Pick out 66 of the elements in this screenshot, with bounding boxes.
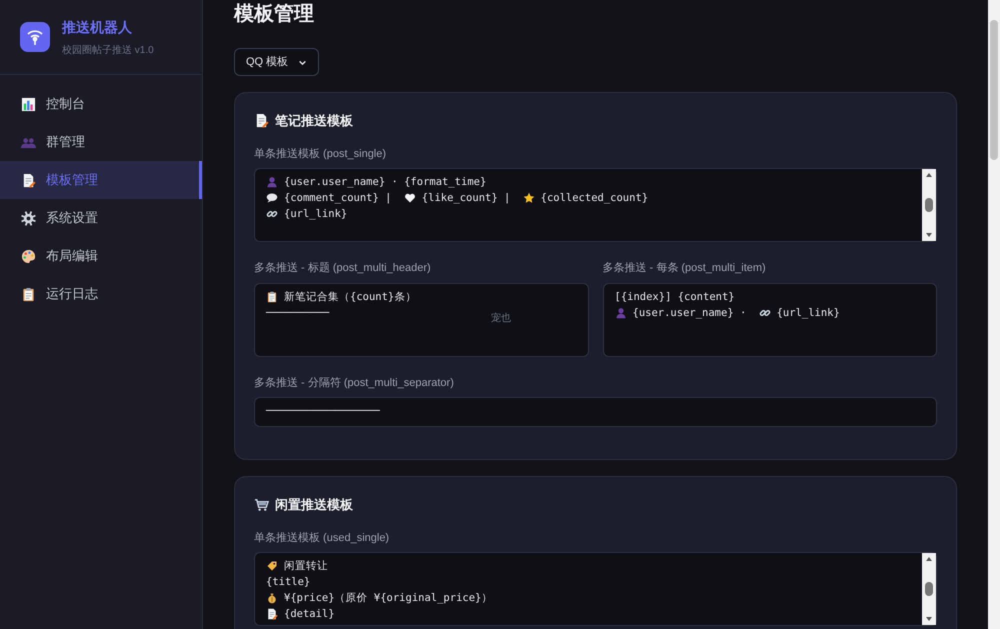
scrollbar-thumb[interactable] [925,198,933,212]
tag-icon [266,560,278,572]
scroll-down-icon [925,231,933,239]
template-text: 闲置转让 [284,559,328,574]
sidebar-item[interactable]: 模板管理 [0,161,202,199]
sidebar-item[interactable]: 系统设置 [0,199,202,237]
memo-icon [21,172,36,188]
template-textarea[interactable]: [{index}] {content} {user.user_name} · {url_link} [602,282,937,356]
template-text: ¥{price}（原价 ¥{original_price}） [284,591,492,606]
person-icon [266,176,278,188]
app-logo-icon [20,22,50,52]
scrollbar[interactable] [988,0,1000,629]
field-label: 单条推送模板 (used_single) [254,530,390,546]
template-text: {user.user_name} · {format_time} [284,175,486,190]
heart-icon [404,192,416,204]
clipboard-icon [21,286,36,302]
card-title: 笔记推送模板 [275,112,353,130]
bar-chart-icon [21,96,36,112]
card-title: 闲置推送模板 [275,496,353,514]
template-select[interactable]: QQ 模板 [234,48,320,76]
template-text: {detail} [284,607,335,622]
palette-icon [21,248,36,264]
input-hint: 宠也 [491,312,511,326]
memo-icon [254,113,269,128]
template-text: {title} [266,575,310,590]
field-label: 多条推送 - 分隔符 (post_multi_separator) [254,376,455,390]
star-icon [522,192,535,204]
template-text: {url_link} [284,207,348,222]
template-text: {comment_count} | [284,191,392,206]
cart-icon [254,497,269,512]
template-text: ────────── [266,306,330,320]
textarea-scrollbar[interactable] [922,169,936,241]
clipboard-icon [266,290,278,302]
template-text: {collected_count} [540,191,648,206]
app-title: 推送机器人 [62,18,133,36]
template-textarea[interactable]: {user.user_name} · {format_time} {comment_count} | {like_count} | {collected_count} {url_link} [254,168,937,242]
sidebar-item[interactable]: 布局编辑 [0,237,202,275]
template-text: {like_count} | [422,191,512,206]
template-text: [{index}] {content} [614,290,735,304]
memo-icon [266,608,278,620]
speech-bubble-icon [266,192,278,204]
app-subtitle: 校园圈帖子推送 v1.0 [62,44,154,58]
scrollbar-thumb[interactable] [925,582,933,596]
field-label: 多条推送 - 每条 (post_multi_item) [602,261,767,276]
scroll-up-icon [925,555,933,563]
template-textarea[interactable]: 新笔记合集（{count}条） ────────── 宠也 [254,282,588,356]
field-label: 单条推送模板 (post_single) [254,146,388,162]
sidebar-item[interactable]: 群管理 [0,123,202,161]
scroll-up-icon [925,171,933,179]
template-text: ────────────────── [266,404,380,419]
template-text: {url_link} [776,306,840,320]
template-text: 新笔记合集（{count}条） [284,290,416,304]
template-text: {user.user_name} · [632,306,748,320]
scroll-down-icon [925,615,933,623]
sidebar-item[interactable]: 运行日志 [0,275,202,313]
scrollbar-thumb[interactable] [990,20,998,160]
person-icon [614,306,626,318]
textarea-scrollbar[interactable] [922,553,936,625]
settings-icon [21,210,36,226]
template-textarea[interactable]: 闲置转让 {title} ¥{price}（原价 ¥{original_price}） {detail} [254,552,937,626]
page-title: 模板管理 [234,2,315,27]
field-label: 多条推送 - 标题 (post_multi_header) [254,261,432,276]
money-bag-icon [266,592,278,604]
template-textarea[interactable]: ────────────────── [254,397,937,427]
link-icon [266,208,278,220]
sidebar-item[interactable]: 控制台 [0,85,202,123]
